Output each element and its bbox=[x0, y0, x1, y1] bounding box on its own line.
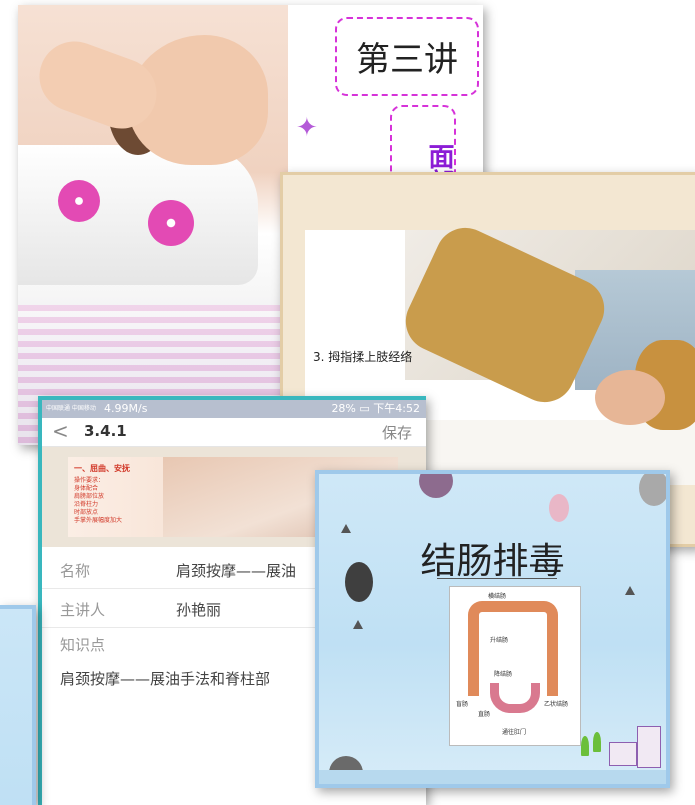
banner-item: 操作要求： bbox=[74, 477, 105, 484]
decor-circle bbox=[639, 474, 666, 506]
colon-label: 降结肠 bbox=[494, 671, 513, 678]
colon-label: 横结肠 bbox=[488, 593, 507, 600]
colon-illustration bbox=[468, 601, 558, 696]
banner-heading: 一、屈曲、安抚 bbox=[74, 464, 130, 473]
save-button[interactable]: 保存 bbox=[382, 422, 412, 443]
colon-label: 盲肠 bbox=[456, 701, 469, 708]
lecturer-label: 主讲人 bbox=[60, 601, 106, 619]
ground bbox=[319, 770, 666, 784]
knowledge-label: 知识点 bbox=[60, 636, 106, 654]
banner-list: 操作要求： 身体配合 肩膀部位放 沿脊柱力 时部放点 手掌外展幅度加大 bbox=[74, 477, 122, 525]
colon-label: 升结肠 bbox=[490, 637, 509, 644]
status-bar: 中国联通 中国移动 4.99M/s 28% ▭ 下午4:52 bbox=[42, 400, 426, 418]
colon-label: 直肠 bbox=[478, 711, 491, 718]
banner-item: 手掌外展幅度加大 bbox=[74, 517, 123, 524]
clock: 下午4:52 bbox=[373, 402, 420, 415]
decor-triangle bbox=[625, 586, 635, 595]
lecture-number: 第三讲 bbox=[335, 17, 479, 96]
knowledge-text[interactable]: 肩颈按摩——展油手法和脊柱部 bbox=[60, 668, 270, 689]
tree-icon bbox=[581, 736, 589, 756]
banner-item: 肩膀部位放 bbox=[74, 493, 105, 500]
banner-item: 沿脊柱力 bbox=[74, 501, 99, 508]
orchid-flower bbox=[58, 180, 100, 222]
orchid-flower bbox=[148, 200, 194, 246]
status-right: 28% ▭ 下午4:52 bbox=[331, 400, 420, 418]
decor-triangle bbox=[353, 620, 363, 629]
decor-circle bbox=[419, 474, 453, 498]
banner-item: 时部放点 bbox=[74, 509, 99, 516]
banner-item: 身体配合 bbox=[74, 485, 99, 492]
partial-slide bbox=[0, 605, 36, 805]
slide-title: 结肠排毒 bbox=[420, 541, 565, 582]
name-value[interactable]: 肩颈按摩——展油 bbox=[176, 560, 296, 581]
page-title: 3.4.1 bbox=[84, 422, 127, 440]
nav-bar: < 3.4.1 保存 bbox=[42, 418, 426, 447]
slide-caption: 3. 拇指揉上肢经络 bbox=[313, 350, 413, 364]
towel bbox=[18, 145, 258, 285]
spa-photo bbox=[18, 5, 288, 445]
decor-circle bbox=[549, 494, 569, 522]
client-face bbox=[595, 370, 665, 425]
lecturer-value[interactable]: 孙艳丽 bbox=[176, 599, 221, 620]
house-icon bbox=[609, 742, 637, 766]
colon-label: 乙状结肠 bbox=[544, 701, 569, 708]
network-speed: 4.99M/s bbox=[104, 402, 148, 415]
carrier-label: 中国联通 中国移动 bbox=[46, 405, 96, 412]
castle-icon bbox=[637, 726, 661, 768]
title-underline bbox=[437, 578, 557, 579]
name-label: 名称 bbox=[60, 562, 91, 580]
battery-icon: ▭ bbox=[359, 402, 370, 415]
tree-icon bbox=[593, 732, 601, 752]
chevron-left-icon[interactable]: < bbox=[52, 419, 69, 443]
colon-detox-slide: 结肠排毒 横结肠 升结肠 降结肠 盲肠 直肠 乙状结肠 通往肛门 bbox=[315, 470, 670, 788]
butterfly-icon: ✦ bbox=[296, 113, 318, 143]
colon-label: 通往肛门 bbox=[502, 729, 527, 736]
battery-level: 28% bbox=[331, 402, 356, 415]
rectum-illustration bbox=[490, 683, 540, 713]
colon-diagram: 横结肠 升结肠 降结肠 盲肠 直肠 乙状结肠 通往肛门 bbox=[449, 586, 581, 746]
